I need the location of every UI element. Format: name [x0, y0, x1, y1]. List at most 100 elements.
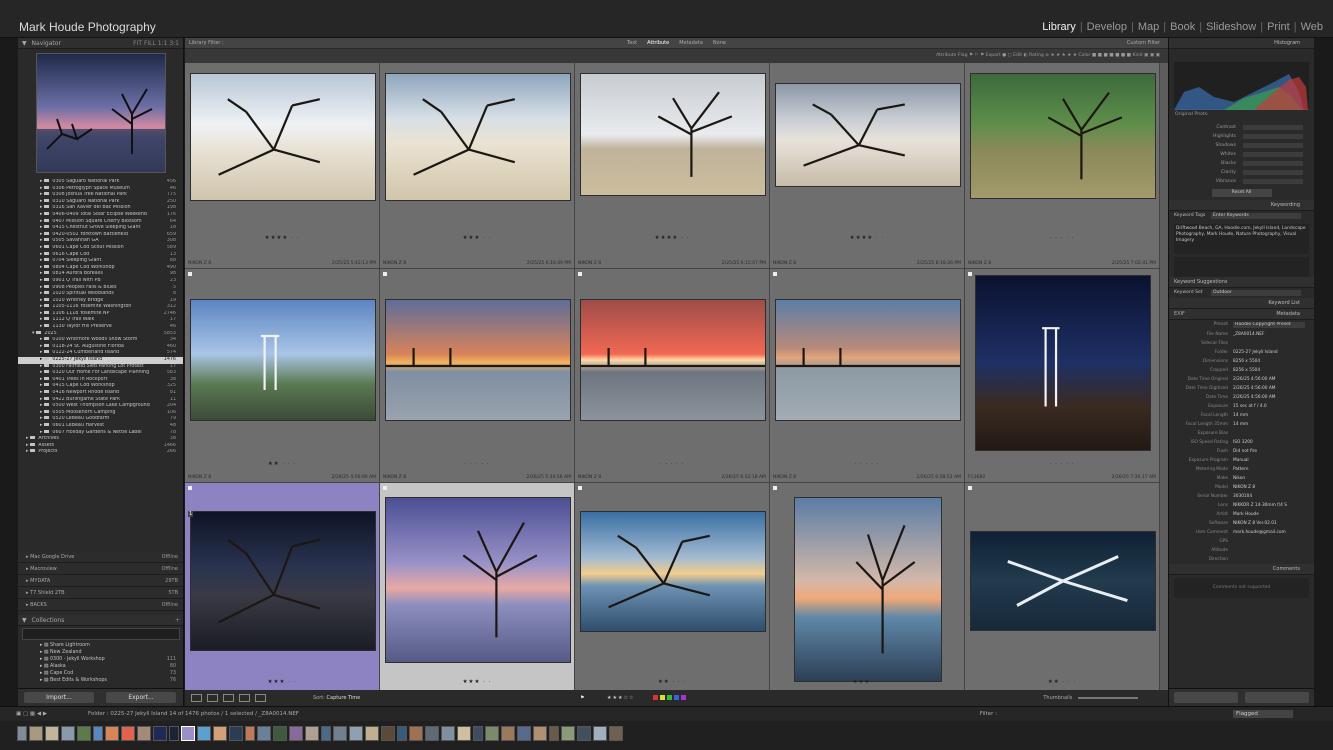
rating-stars[interactable]: · · · · ·: [965, 235, 1159, 241]
rating-stars[interactable]: ★★★ · ·: [770, 679, 964, 685]
folder-item[interactable]: ▸ 0814 Aurora Borealis 98: [18, 271, 183, 278]
folder-item[interactable]: ▸ 0601 Cape Cod Scout Mission 589: [18, 244, 183, 252]
filmstrip-thumbnail[interactable]: [333, 726, 347, 741]
folder-item[interactable]: ▸ 0305 Saguaro National Park 456: [18, 179, 183, 186]
disclosure-triangle-icon[interactable]: ▸: [40, 337, 42, 342]
comments-header[interactable]: Comments: [1169, 564, 1314, 575]
rating-stars[interactable]: ★★ · · ·: [965, 679, 1159, 685]
filmstrip-thumbnail[interactable]: [257, 726, 271, 741]
photo-thumbnail[interactable]: [384, 73, 571, 201]
cell-driftwood-2[interactable]: ★★★ · ·: [380, 63, 575, 269]
folder-item[interactable]: ▸ 1106 1118 Yosemite NP 2746: [18, 310, 183, 318]
folder-item[interactable]: ▸ 0320 Our Home For Landscape Planning 583: [18, 370, 183, 377]
collection-item[interactable]: ▸ ▤ New Zealand: [18, 649, 183, 656]
folder-item[interactable]: ▸ Archives 38: [18, 436, 183, 443]
disclosure-triangle-icon[interactable]: ▸: [40, 278, 42, 283]
filmstrip-thumbnail[interactable]: [349, 726, 363, 741]
disclosure-triangle-icon[interactable]: ▸: [40, 403, 42, 408]
folder-item[interactable]: ▸ 0308 Joshua Tree National Park 775: [18, 192, 183, 199]
pick-flag-icon[interactable]: [773, 486, 777, 490]
pick-flag-icon[interactable]: [968, 486, 972, 490]
disclosure-triangle-icon[interactable]: ▸: [26, 449, 28, 454]
rating-stars-control[interactable]: ★★★☆☆: [607, 690, 634, 706]
rating-stars[interactable]: ★★★★ · ·: [575, 235, 769, 241]
quick-develop-buttons[interactable]: [1243, 170, 1303, 175]
folder-item[interactable]: ▸ 0908 Peoples Falls & Blues 5: [18, 284, 183, 292]
metadata-value[interactable]: NIKKOR Z 14-30mm f/4 S: [1233, 501, 1305, 510]
folder-item[interactable]: ▸ 0316 San Xavier del Bac Mission 198: [18, 205, 183, 212]
disclosure-triangle-icon[interactable]: ▸: [40, 423, 42, 428]
disclosure-triangle-icon[interactable]: ▸: [40, 199, 42, 204]
flag-icon[interactable]: ⚑: [580, 690, 584, 706]
filmstrip-thumbnail[interactable]: [169, 726, 179, 741]
filter-tab-none[interactable]: None: [708, 40, 731, 46]
folder-item[interactable]: ▸ 1105-1116 Yosemite Washington 312: [18, 304, 183, 311]
metadata-header[interactable]: EXIF Metadata: [1169, 309, 1314, 320]
keywords-field[interactable]: Driftwood Beach, GA, Hoodie.com, Jekyll …: [1174, 224, 1309, 254]
disclosure-triangle-icon[interactable]: ▸: [40, 370, 42, 375]
module-map[interactable]: Map: [1138, 21, 1159, 33]
photo-thumbnail[interactable]: [189, 511, 376, 651]
disclosure-triangle-icon[interactable]: ▸: [26, 443, 28, 448]
color-label-purple[interactable]: [681, 695, 686, 700]
cell-sunrise-vertical[interactable]: NIKON Z 8 2/26/25 6:58:52 AM ★★★ · ·: [770, 475, 965, 700]
rating-stars[interactable]: ★★★★ · ·: [770, 235, 964, 241]
folder-item[interactable]: ▸ 0607 Holiday Gardens & Nettle Label 78: [18, 429, 183, 437]
disclosure-triangle-icon[interactable]: ▸: [40, 357, 42, 362]
loupe-view-icon[interactable]: [207, 694, 218, 702]
cell-sunset-bridge-3[interactable]: NIKON Z 8 2/25/25 6:18:26 PM · · · · ·: [770, 261, 965, 483]
folder-item[interactable]: ▸ 0420-0502 Yorktown Battlefield 659: [18, 231, 183, 239]
folder-item[interactable]: ▸ 0601 LeBeau Harvest 48: [18, 422, 183, 430]
collections-search[interactable]: [22, 628, 180, 640]
rating-stars[interactable]: · · · · ·: [770, 461, 964, 467]
sort-control[interactable]: Sort: Capture Time: [313, 690, 360, 706]
folder-item[interactable]: ▸ 0407 Mission Square Cherry Blossom 64: [18, 218, 183, 226]
sync-button[interactable]: [1174, 692, 1238, 703]
volume-section[interactable]: ▸ MYDATA 29TB: [18, 575, 183, 587]
module-book[interactable]: Book: [1170, 21, 1195, 33]
folder-item[interactable]: ▾ 2025 5853: [18, 330, 183, 338]
filmstrip-thumbnail[interactable]: [213, 726, 227, 741]
filmstrip-thumbnail[interactable]: [29, 726, 43, 741]
filmstrip-thumbnail[interactable]: [397, 726, 407, 741]
cell-lighthouse-night[interactable]: NIKON Z 8 2/25/25 7:02:41 PM · · · · ·: [965, 261, 1160, 483]
histogram-header[interactable]: Histogram: [1169, 38, 1314, 49]
reset-all-button[interactable]: Reset All: [1211, 189, 1272, 197]
filter-tab-attribute[interactable]: Attribute: [642, 40, 674, 46]
filmstrip-thumbnail[interactable]: [61, 726, 75, 741]
folder-item[interactable]: ▸ 0100 Whitmore Woods Snow Storm 34: [18, 337, 183, 344]
folder-item[interactable]: ▸ 1130 Taylor Hill Preserve 46: [18, 324, 183, 331]
quick-develop-buttons[interactable]: [1243, 161, 1303, 166]
quick-develop-buttons[interactable]: [1243, 179, 1303, 184]
disclosure-triangle-icon[interactable]: ▸: [40, 390, 42, 395]
cell-sunset-bridge-2[interactable]: NIKON Z 8 2/25/25 6:15:07 PM · · · · ·: [575, 261, 770, 483]
original-photo-checkbox[interactable]: Original Photo: [1169, 110, 1314, 119]
navigator-zoom-options[interactable]: FIT FILL 1:1 3:1: [133, 38, 179, 49]
disclosure-triangle-icon[interactable]: ▸: [40, 192, 42, 197]
quick-develop-buttons[interactable]: [1243, 152, 1303, 157]
metadata-value[interactable]: Manual: [1233, 456, 1305, 465]
attribute-filter-controls[interactable]: Attribute Flag ⚑ ⚐ ⚑ Export ● ○ Edit ◐ R…: [936, 49, 1160, 63]
metadata-value[interactable]: 2/26/25 4:56:00 AM: [1233, 384, 1305, 393]
metadata-value[interactable]: Mark Houde: [1233, 510, 1305, 519]
pick-flag-icon[interactable]: [188, 486, 192, 490]
collection-item[interactable]: ▸ ▤ Alaska 80: [18, 663, 183, 670]
filmstrip-thumbnail[interactable]: [381, 726, 395, 741]
module-slideshow[interactable]: Slideshow: [1206, 21, 1256, 33]
folder-item[interactable]: ▸ 0500 West Thompson Lake Campground 204: [18, 403, 183, 410]
folder-item[interactable]: ▸ 1112 Q Trail Walk 17: [18, 317, 183, 324]
filmstrip-thumbnail[interactable]: [137, 726, 151, 741]
collection-item[interactable]: ▸ ▤ Best Edits & Workshops 76: [18, 677, 183, 684]
folder-item[interactable]: ▸ 0422 Burlingame State Park 11: [18, 396, 183, 404]
photo-thumbnail[interactable]: [384, 299, 571, 421]
disclosure-triangle-icon[interactable]: ▸: [40, 430, 42, 435]
cell-lighthouse-day[interactable]: NIKON Z 8 2/25/25 5:42:13 PM ★★ · · ·: [185, 261, 380, 483]
thumbnail-size-slider[interactable]: Thumbnails: [1043, 690, 1138, 706]
metadata-value[interactable]: 2/26/25 4:56:00 AM: [1233, 375, 1305, 384]
filmstrip-thumbnail[interactable]: [561, 726, 575, 741]
folder-item[interactable]: ▸ 0505 Moosehorn Camping 106: [18, 409, 183, 417]
filmstrip-thumbnail[interactable]: [425, 726, 439, 741]
filmstrip-thumbnail[interactable]: [153, 726, 167, 741]
import-button[interactable]: Import...: [24, 692, 94, 703]
folder-item[interactable]: ▸ Projects 266: [18, 449, 183, 456]
